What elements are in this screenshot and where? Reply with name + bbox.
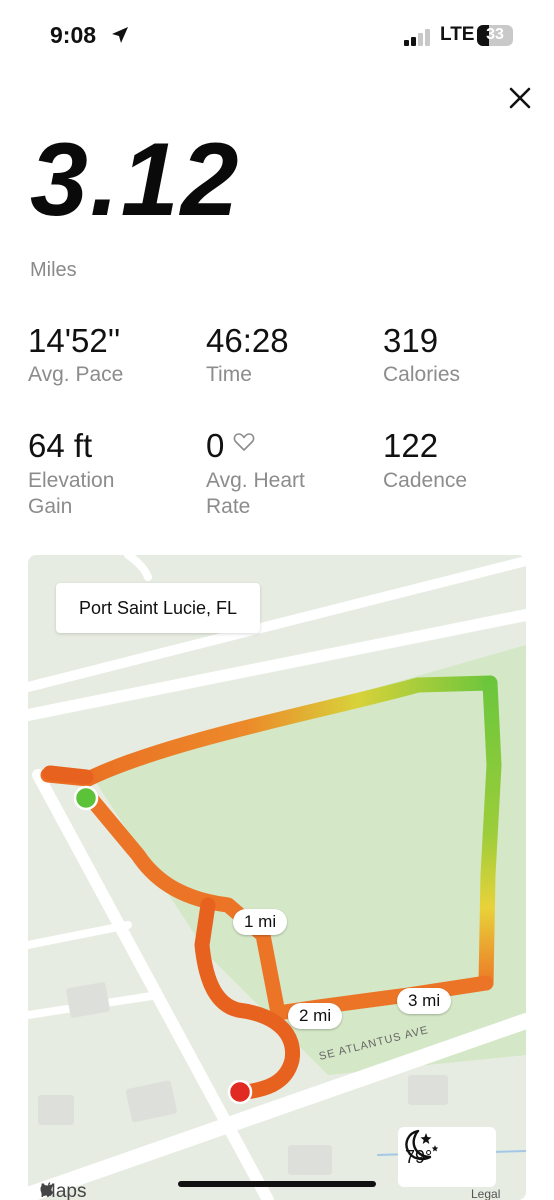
heart-outline-icon xyxy=(233,433,255,451)
legal-link[interactable]: Legal xyxy=(471,1187,500,1200)
battery-icon: 33 xyxy=(477,25,513,46)
weather-badge: 79° xyxy=(398,1127,496,1187)
moon-stars-icon xyxy=(405,1129,439,1161)
avg-heart-rate-value: 0 xyxy=(206,427,225,464)
elevation-gain-value: 64 ft xyxy=(28,427,93,464)
avg-pace-label: Avg. Pace xyxy=(28,363,124,386)
distance-unit: Miles xyxy=(30,259,77,281)
apple-maps-logo: Maps xyxy=(40,1181,86,1200)
mile-marker-1: 1 mi xyxy=(233,909,288,935)
mile-marker-2: 2 mi xyxy=(288,1003,343,1029)
cadence-value: 122 xyxy=(383,427,439,464)
distance-value: 3.12 xyxy=(30,122,241,238)
route-end-marker xyxy=(227,1079,253,1105)
network-type: LTE xyxy=(440,24,475,45)
calories-label: Calories xyxy=(383,363,461,386)
location-arrow-icon xyxy=(112,27,128,43)
battery-level: 33 xyxy=(486,26,504,43)
avg-pace-value: 14'52'' xyxy=(28,322,121,359)
time-label: Time xyxy=(206,363,252,386)
elevation-gain-label: Elevation Gain xyxy=(28,469,115,518)
map-place-label: Port Saint Lucie, FL xyxy=(56,583,260,633)
avg-heart-rate-label: Avg. Heart Rate xyxy=(206,469,305,518)
home-indicator[interactable] xyxy=(178,1181,376,1187)
route-map[interactable]: SE ATLANTUS AVE Port Saint Lucie, FL 1 m… xyxy=(28,555,526,1200)
calories-value: 319 xyxy=(383,322,439,359)
time-value: 46:28 xyxy=(206,322,289,359)
status-time: 9:08 xyxy=(50,22,97,48)
route-start-marker xyxy=(73,785,99,811)
apple-logo-icon xyxy=(40,1182,54,1196)
cellular-signal-icon xyxy=(404,28,438,46)
status-bar: 9:08 LTE 33 xyxy=(0,0,554,72)
close-icon[interactable] xyxy=(504,82,536,114)
mile-marker-3: 3 mi xyxy=(397,988,452,1014)
cadence-label: Cadence xyxy=(383,469,468,492)
map-canvas: SE ATLANTUS AVE xyxy=(28,555,526,1200)
